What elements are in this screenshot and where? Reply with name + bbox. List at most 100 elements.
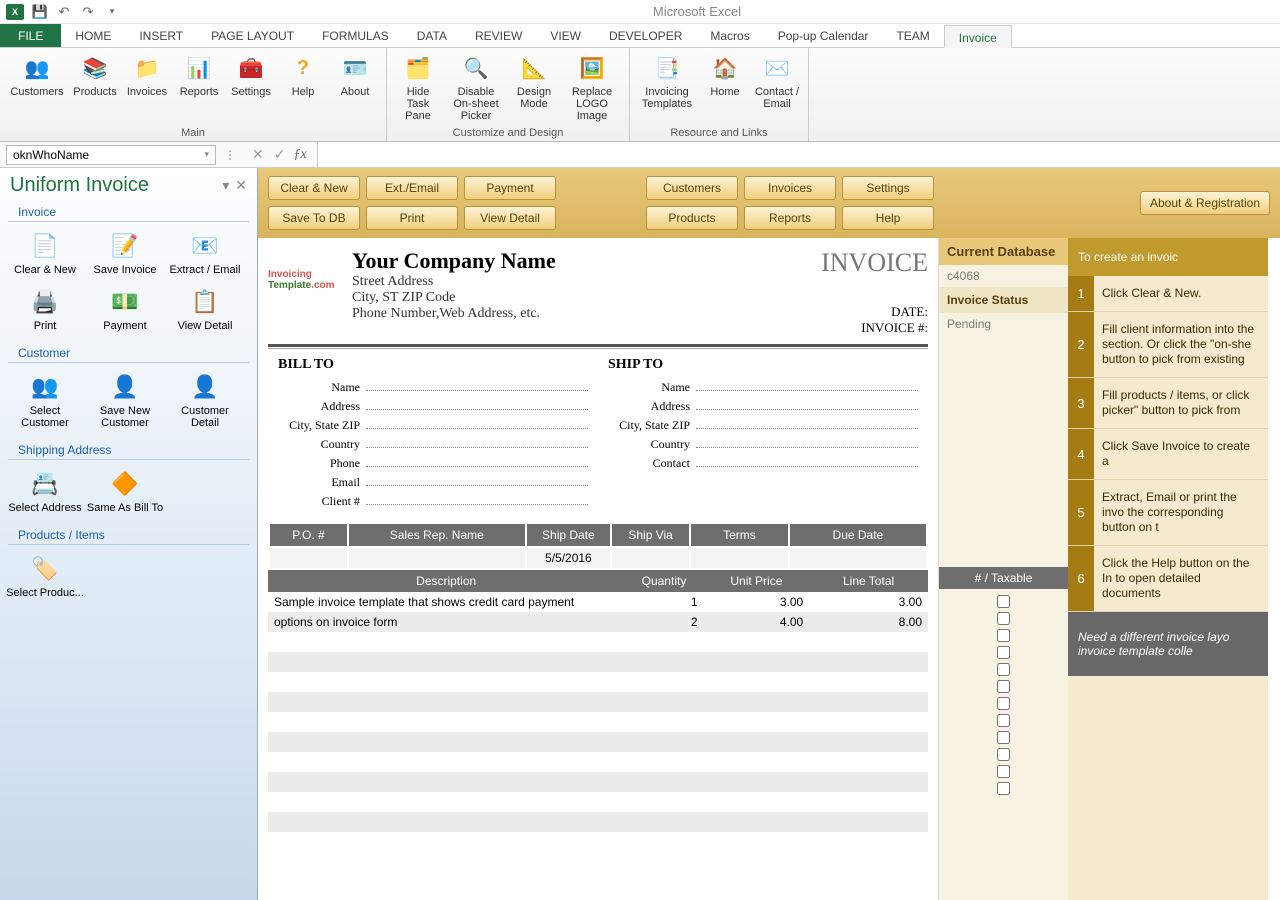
taxable-check[interactable] (997, 731, 1010, 744)
ribbon-help[interactable]: ?Help (278, 50, 328, 127)
taxable-check[interactable] (997, 714, 1010, 727)
ship-csz-input[interactable] (696, 417, 918, 429)
bill-country-input[interactable] (366, 436, 588, 448)
tp-new-customer[interactable]: 👤Save New Customer (86, 367, 164, 433)
company-citystate[interactable]: City, ST ZIP Code (352, 290, 748, 306)
tp-select-customer[interactable]: 👥Select Customer (6, 367, 84, 433)
cell-shipvia[interactable] (611, 547, 690, 569)
tab-popup[interactable]: Pop-up Calendar (764, 24, 883, 47)
btn-payment[interactable]: Payment (464, 176, 556, 200)
bill-csz-input[interactable] (366, 417, 588, 429)
company-contact[interactable]: Phone Number,Web Address, etc. (352, 306, 748, 322)
taxable-check[interactable] (997, 612, 1010, 625)
bill-client-input[interactable] (366, 493, 588, 505)
tab-invoice[interactable]: Invoice (944, 25, 1012, 48)
ribbon-products[interactable]: 📚Products (70, 50, 120, 127)
tp-customer-detail[interactable]: 👤Customer Detail (166, 367, 244, 433)
name-box[interactable]: oknWhoName▾ (6, 145, 216, 165)
ribbon-home[interactable]: 🏠Home (700, 50, 750, 127)
tab-developer[interactable]: DEVELOPER (595, 24, 696, 47)
item-total[interactable]: 8.00 (809, 612, 928, 632)
btn-print[interactable]: Print (366, 206, 458, 230)
company-street[interactable]: Street Address (352, 274, 748, 290)
tab-data[interactable]: DATA (403, 24, 461, 47)
btn-reports[interactable]: Reports (744, 206, 836, 230)
ship-name-input[interactable] (696, 379, 918, 391)
chevron-down-icon[interactable]: ▾ (204, 149, 209, 160)
tp-view-detail[interactable]: 📋View Detail (166, 282, 244, 336)
tab-home[interactable]: HOME (61, 24, 125, 47)
company-name[interactable]: Your Company Name (352, 248, 748, 274)
ribbon-about[interactable]: 🪪About (330, 50, 380, 127)
ribbon-disable-picker[interactable]: 🔍Disable On-sheet Picker (445, 50, 507, 127)
taxable-check[interactable] (997, 646, 1010, 659)
cell-shipdate[interactable]: 5/5/2016 (526, 547, 612, 569)
cell-terms[interactable] (690, 547, 789, 569)
tab-file[interactable]: FILE (0, 24, 61, 47)
tab-insert[interactable]: INSERT (125, 24, 197, 47)
pane-close-icon[interactable]: ✕ (235, 177, 247, 194)
tp-payment[interactable]: 💵Payment (86, 282, 164, 336)
taxable-check[interactable] (997, 765, 1010, 778)
bill-address-input[interactable] (366, 398, 588, 410)
bill-email-input[interactable] (366, 474, 588, 486)
cancel-icon[interactable]: ✕ (252, 146, 264, 163)
ship-country-input[interactable] (696, 436, 918, 448)
tab-team[interactable]: TEAM (882, 24, 943, 47)
btn-clear-new[interactable]: Clear & New (268, 176, 360, 200)
item-qty[interactable]: 2 (624, 612, 703, 632)
ribbon-design-mode[interactable]: 📐Design Mode (509, 50, 559, 127)
ribbon-customers[interactable]: 👥Customers (6, 50, 68, 127)
tab-view[interactable]: VIEW (536, 24, 595, 47)
formula-input[interactable] (317, 142, 1280, 167)
btn-ext-email[interactable]: Ext./Email (366, 176, 458, 200)
ship-contact-input[interactable] (696, 455, 918, 467)
taxable-check[interactable] (997, 663, 1010, 676)
tp-print[interactable]: 🖨️Print (6, 282, 84, 336)
taxable-check[interactable] (997, 697, 1010, 710)
ribbon-settings[interactable]: 🧰Settings (226, 50, 276, 127)
ribbon-contact[interactable]: ✉️Contact / Email (752, 50, 802, 127)
pane-menu-icon[interactable]: ▾ (222, 177, 229, 194)
taxable-check[interactable] (997, 680, 1010, 693)
tp-select-product[interactable]: 🏷️Select Produc... (6, 549, 84, 603)
qat-dropdown-icon[interactable]: ▾ (104, 4, 120, 20)
redo-icon[interactable]: ↷ (80, 4, 96, 20)
btn-help[interactable]: Help (842, 206, 934, 230)
item-desc[interactable]: Sample invoice template that shows credi… (268, 592, 624, 612)
item-price[interactable]: 3.00 (704, 592, 810, 612)
bill-name-input[interactable] (366, 379, 588, 391)
save-icon[interactable]: 💾 (32, 4, 48, 20)
btn-customers[interactable]: Customers (646, 176, 738, 200)
taxable-check[interactable] (997, 748, 1010, 761)
btn-save-db[interactable]: Save To DB (268, 206, 360, 230)
btn-invoices[interactable]: Invoices (744, 176, 836, 200)
item-desc[interactable]: options on invoice form (268, 612, 624, 632)
taxable-check[interactable] (997, 629, 1010, 642)
tab-formulas[interactable]: FORMULAS (308, 24, 403, 47)
taxable-check[interactable] (997, 595, 1010, 608)
item-total[interactable]: 3.00 (809, 592, 928, 612)
confirm-icon[interactable]: ✓ (274, 146, 286, 163)
tp-select-address[interactable]: 📇Select Address (6, 464, 84, 518)
tp-clear-new[interactable]: 📄Clear & New (6, 226, 84, 280)
btn-settings[interactable]: Settings (842, 176, 934, 200)
item-price[interactable]: 4.00 (704, 612, 810, 632)
undo-icon[interactable]: ↶ (56, 4, 72, 20)
btn-about-registration[interactable]: About & Registration (1140, 191, 1270, 215)
ship-address-input[interactable] (696, 398, 918, 410)
cell-po[interactable] (269, 547, 348, 569)
bill-phone-input[interactable] (366, 455, 588, 467)
taxable-check[interactable] (997, 782, 1010, 795)
tab-review[interactable]: REVIEW (461, 24, 536, 47)
cell-due[interactable] (789, 547, 927, 569)
tp-save-invoice[interactable]: 📝Save Invoice (86, 226, 164, 280)
ribbon-templates[interactable]: 📑Invoicing Templates (636, 50, 698, 127)
cell-rep[interactable] (348, 547, 526, 569)
btn-view-detail[interactable]: View Detail (464, 206, 556, 230)
tp-same-as-billto[interactable]: 🔶Same As Bill To (86, 464, 164, 518)
tp-extract-email[interactable]: 📧Extract / Email (166, 226, 244, 280)
ribbon-invoices[interactable]: 📁Invoices (122, 50, 172, 127)
ribbon-reports[interactable]: 📊Reports (174, 50, 224, 127)
fx-icon[interactable]: ƒx (293, 147, 316, 163)
